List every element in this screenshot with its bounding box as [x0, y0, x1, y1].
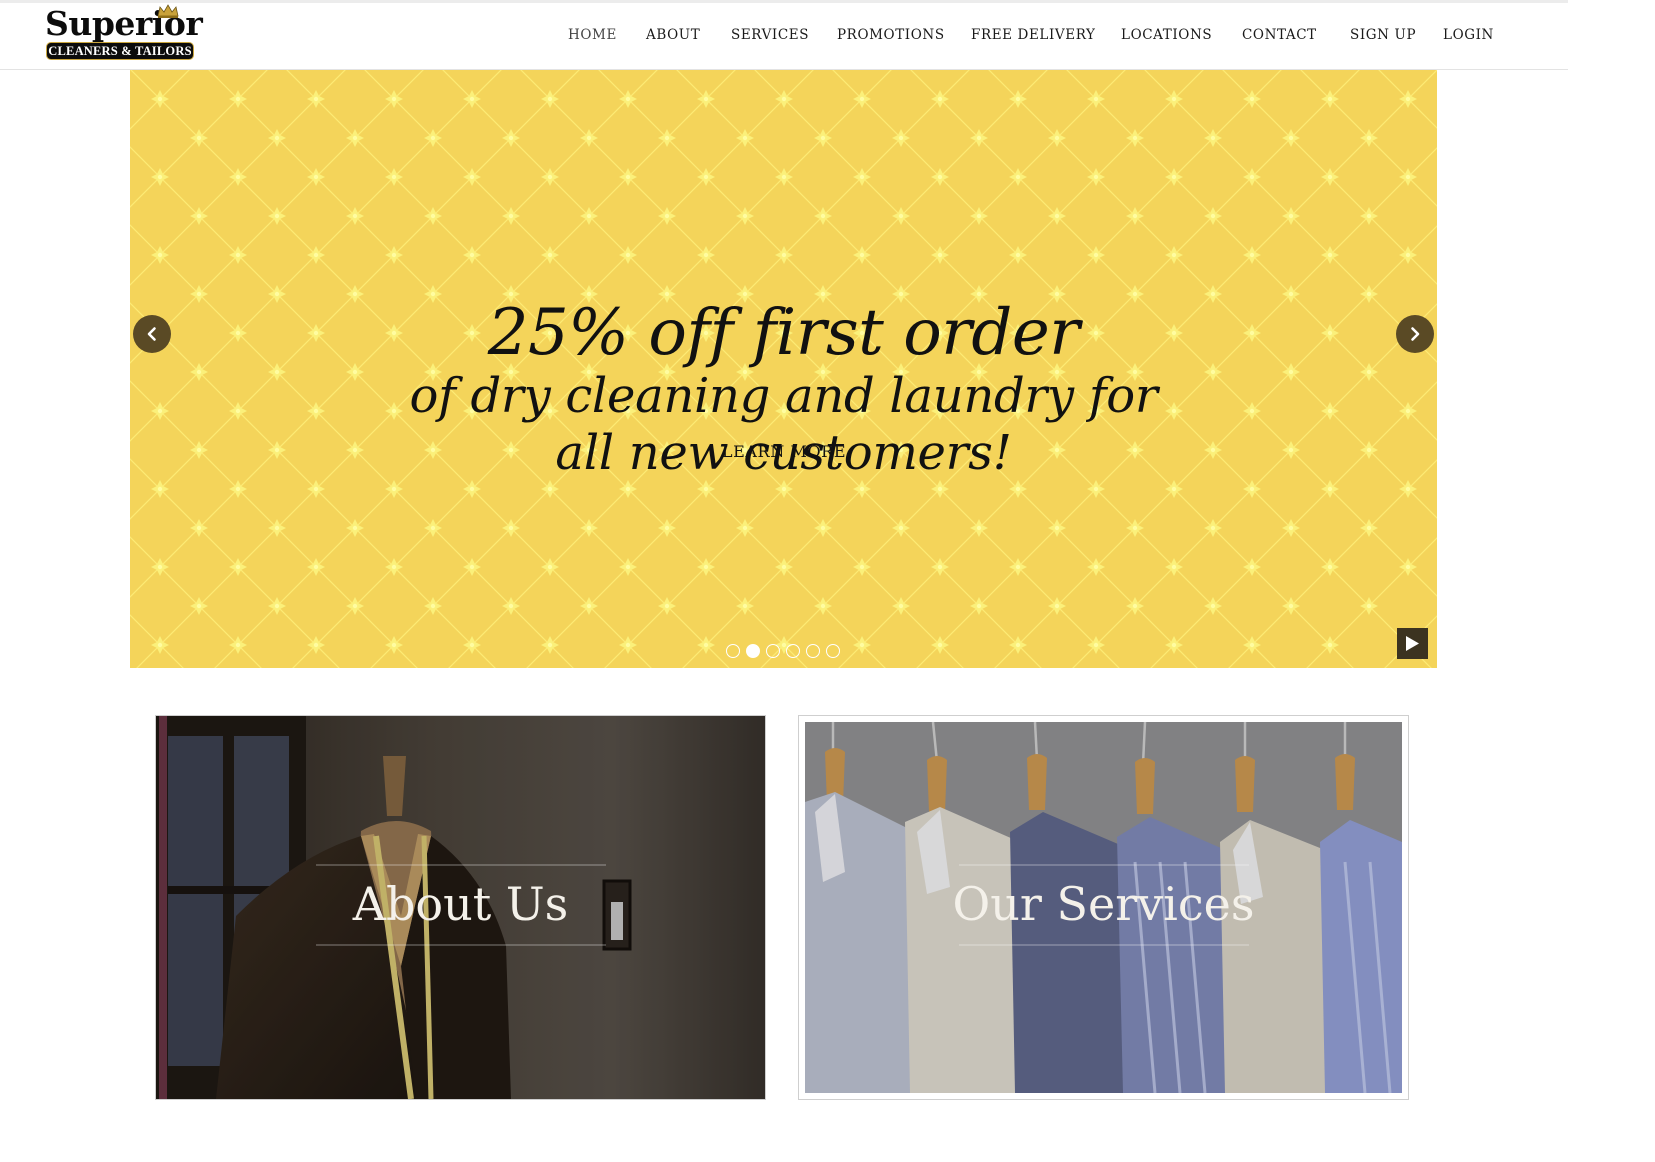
about-us-card[interactable]: About Us — [155, 715, 766, 1100]
slider-play-button[interactable] — [1397, 628, 1428, 659]
slider-dot-1[interactable] — [726, 644, 740, 658]
nav-contact[interactable]: CONTACT — [1242, 22, 1317, 48]
our-services-card[interactable]: Our Services — [798, 715, 1409, 1100]
slider-dot-5[interactable] — [806, 644, 820, 658]
title-rule-bottom — [959, 944, 1249, 946]
slider-dot-4[interactable] — [786, 644, 800, 658]
title-rule-bottom — [316, 944, 606, 946]
nav-home[interactable]: HOME — [568, 22, 617, 48]
crown-icon — [157, 4, 179, 18]
site-header: Superior CLEANERS & TAILORS HOME ABOUT S… — [0, 0, 1568, 70]
title-rule-top — [316, 864, 606, 866]
nav-about[interactable]: ABOUT — [646, 22, 700, 48]
our-services-title-block: Our Services — [799, 864, 1408, 948]
nav-promotions[interactable]: PROMOTIONS — [837, 22, 945, 48]
chevron-left-icon — [147, 327, 156, 341]
slider-pagination — [726, 644, 846, 658]
slider-dot-3[interactable] — [766, 644, 780, 658]
logo-tagline: CLEANERS & TAILORS — [46, 42, 194, 60]
nav-locations[interactable]: LOCATIONS — [1121, 22, 1212, 48]
nav-free-delivery[interactable]: FREE DELIVERY — [971, 22, 1096, 48]
nav-login[interactable]: LOGIN — [1443, 22, 1494, 48]
play-icon — [1406, 636, 1419, 651]
chevron-right-icon — [1411, 327, 1420, 341]
nav-sign-up[interactable]: SIGN UP — [1350, 22, 1416, 48]
hero-slider: 25% off first order of dry cleaning and … — [130, 70, 1437, 668]
slider-dot-6[interactable] — [826, 644, 840, 658]
about-us-title: About Us — [352, 877, 569, 931]
slider-next-button[interactable] — [1396, 315, 1434, 353]
learn-more-button[interactable]: LEARN MORE — [704, 440, 864, 464]
hero-subline-1: of dry cleaning and laundry for — [409, 368, 1158, 424]
site-logo[interactable]: Superior CLEANERS & TAILORS — [45, 4, 203, 62]
header-top-border — [0, 0, 1568, 3]
hero-caption: 25% off first order of dry cleaning and … — [130, 70, 1437, 668]
title-rule-top — [959, 864, 1249, 866]
hero-headline: 25% off first order — [487, 296, 1080, 370]
about-us-title-block: About Us — [156, 864, 765, 948]
nav-services[interactable]: SERVICES — [731, 22, 809, 48]
slider-prev-button[interactable] — [133, 315, 171, 353]
our-services-title: Our Services — [952, 877, 1255, 931]
slider-dot-2[interactable] — [746, 644, 760, 658]
